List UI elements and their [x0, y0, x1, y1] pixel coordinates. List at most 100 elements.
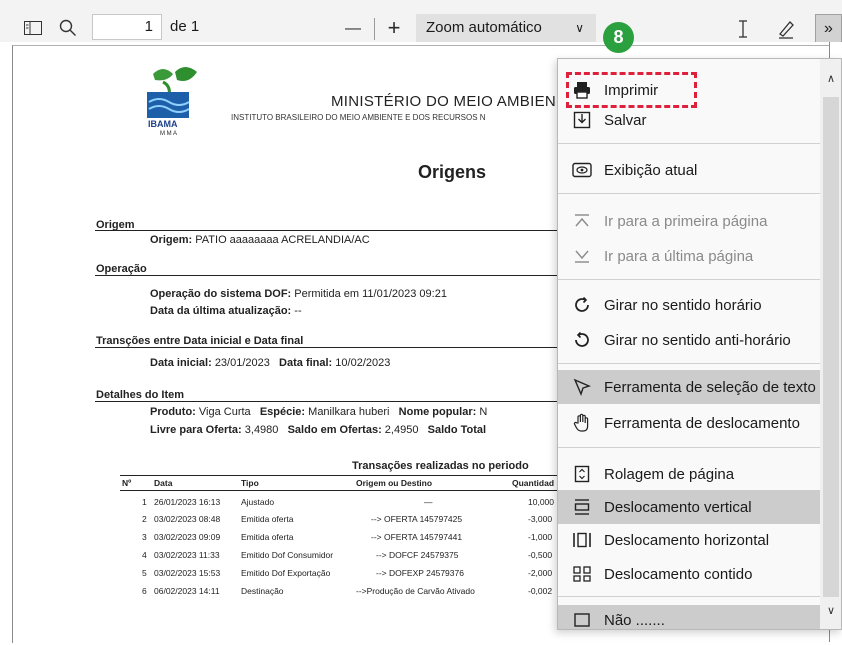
cell-qty: 10,000 [528, 497, 554, 507]
section-transicoes: Transções entre Data inicial e Data fina… [96, 335, 304, 347]
especie-label: Espécie: [259, 406, 306, 418]
menu-item-girar-horario[interactable]: Girar no sentido horário [558, 288, 820, 322]
operacao-value: Permitida em 11/01/2023 09:21 [294, 288, 447, 300]
menu-item-deslocamento-vertical[interactable]: Deslocamento vertical [558, 490, 820, 524]
livre-row: Livre para Oferta: 3,4980 Saldo em Ofert… [150, 424, 486, 436]
table-divider [120, 475, 557, 476]
document-title: Origens [418, 162, 487, 182]
operacao-label: Operação do sistema DOF: [150, 288, 292, 300]
menu-item-girar-anti-horario[interactable]: Girar no sentido anti-horário [558, 323, 820, 357]
menu-item-label: Rolagem de página [604, 465, 735, 483]
menu-separator [558, 193, 820, 194]
vertical-scroll-icon [571, 496, 593, 518]
cell-dest: -->Produção de Carvão Ativado [356, 586, 475, 596]
cell-dest: — [424, 497, 433, 507]
rotate-counterclockwise-icon [571, 329, 593, 351]
ministry-header: MINISTÉRIO DO MEIO AMBIEN [331, 93, 557, 110]
menu-item-label: Não ....... [604, 611, 665, 629]
cell-date: 06/02/2023 14:11 [154, 586, 220, 596]
origem-label: Origem: [150, 234, 193, 246]
menu-separator [558, 143, 820, 144]
divider [95, 401, 557, 402]
cell-qty: -1,000 [528, 532, 553, 542]
saldo-total-label: Saldo Total [427, 424, 487, 436]
produto-value: Viga Curta [198, 406, 251, 418]
menu-item-ultima-pagina[interactable]: Ir para a última página [558, 239, 820, 273]
menu-item-label: Ferramenta de deslocamento [604, 414, 800, 432]
cell-qty: -2,000 [528, 568, 553, 578]
origem-value: PATIO aaaaaaaa ACRELANDIA/AC [195, 234, 370, 246]
origem-row: Origem: PATIO aaaaaaaa ACRELANDIA/AC [150, 234, 370, 246]
logo-subtext: M M A [160, 131, 178, 137]
col-header: Data [154, 478, 173, 488]
scroll-up-arrow-icon[interactable]: ∧ [820, 67, 841, 89]
save-icon [571, 109, 593, 131]
horizontal-scroll-icon [571, 529, 593, 551]
menu-item-label: Deslocamento contido [604, 565, 753, 583]
ultima-atualizacao-row: Data da última atualização: -- [150, 305, 302, 317]
cell-dest: --> DOFEXP 24579376 [376, 568, 464, 578]
produto-row: Produto: Viga Curta Espécie: Manilkara h… [150, 406, 487, 418]
menu-item-label: Salvar [604, 111, 647, 129]
datas-row: Data inicial: 23/01/2023 Data final: 10/… [150, 357, 390, 369]
menu-item-salvar[interactable]: Salvar [558, 103, 820, 137]
operacao-row: Operação do sistema DOF: Permitida em 11… [150, 288, 447, 300]
livre-oferta-label: Livre para Oferta: [150, 424, 242, 436]
cell-num: 6 [142, 586, 147, 596]
wrapped-scroll-icon [571, 563, 593, 585]
menu-item-label: Deslocamento vertical [604, 498, 752, 516]
section-detalhes: Detalhes do Item [96, 389, 185, 401]
scroll-down-arrow-icon[interactable]: ∨ [820, 599, 841, 621]
menu-item-deslocamento[interactable]: Ferramenta de deslocamento [558, 406, 820, 440]
livre-oferta-value: 3,4980 [244, 424, 279, 436]
last-page-icon [571, 245, 593, 267]
ibama-logo [145, 62, 205, 142]
menu-item-label: Ir para a primeira página [604, 212, 768, 230]
saldo-ofertas-value: 2,4950 [384, 424, 419, 436]
menu-item-deslocamento-contido[interactable]: Deslocamento contido [558, 557, 820, 591]
table-divider [120, 490, 557, 491]
col-header: Quantidad [512, 478, 555, 488]
menu-item-label: Exibição atual [604, 161, 698, 179]
menu-item-deslocamento-horizontal[interactable]: Deslocamento horizontal [558, 523, 820, 557]
hand-icon [571, 412, 593, 434]
rotate-clockwise-icon [571, 294, 593, 316]
nome-popular-value: N [479, 406, 488, 418]
cell-num: 2 [142, 514, 147, 524]
menu-item-label: Deslocamento horizontal [604, 531, 770, 549]
col-header: Tipo [241, 478, 259, 488]
menu-item-partial[interactable]: Não ....... [558, 605, 820, 629]
cell-qty: -3,000 [528, 514, 553, 524]
data-inicial-label: Data inicial: [150, 357, 212, 369]
especie-value: Manilkara huberi [308, 406, 390, 418]
institute-header: INSTITUTO BRASILEIRO DO MEIO AMBIENTE E … [231, 113, 486, 122]
saldo-ofertas-label: Saldo em Ofertas: [287, 424, 382, 436]
data-inicial-value: 23/01/2023 [214, 357, 270, 369]
scrollbar-thumb[interactable] [823, 97, 839, 597]
cell-dest: --> OFERTA 145797441 [371, 532, 463, 542]
ultima-atualizacao-label: Data da última atualização: [150, 305, 292, 317]
cell-num: 5 [142, 568, 147, 578]
cell-type: Emitido Dof Consumidor [241, 550, 334, 560]
step-badge: 8 [603, 22, 634, 53]
menu-separator [558, 596, 820, 597]
menu-separator [558, 447, 820, 448]
col-header: Origem ou Destino [356, 478, 433, 488]
menu-item-primeira-pagina[interactable]: Ir para a primeira página [558, 204, 820, 238]
cell-type: Destinação [241, 586, 284, 596]
cursor-arrow-icon [571, 376, 593, 398]
cell-date: 26/01/2023 16:13 [154, 497, 221, 507]
menu-item-exibicao-atual[interactable]: Exibição atual [558, 153, 820, 187]
table-title: Transações realizadas no periodo [352, 460, 529, 472]
menu-item-selecao-texto[interactable]: Ferramenta de seleção de texto [558, 370, 820, 404]
cell-type: Emitida oferta [241, 532, 294, 542]
cell-date: 03/02/2023 08:48 [154, 514, 221, 524]
view-icon [571, 159, 593, 181]
cell-type: Ajustado [241, 497, 275, 507]
menu-item-label: Ir para a última página [604, 247, 754, 265]
menu-scrollbar[interactable]: ∧ ∨ [820, 59, 841, 629]
menu-item-rolagem-pagina[interactable]: Rolagem de página [558, 457, 820, 491]
cell-dest: --> DOFCF 24579375 [376, 550, 459, 560]
cell-num: 4 [142, 550, 147, 560]
first-page-icon [571, 210, 593, 232]
